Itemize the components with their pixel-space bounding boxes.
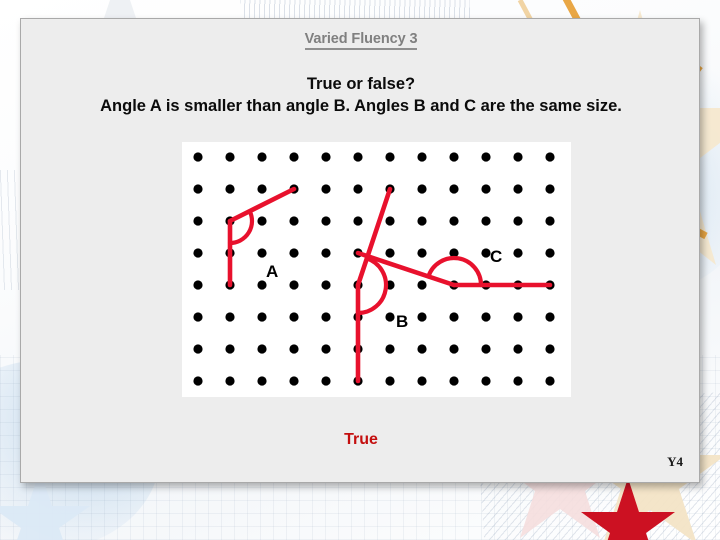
geoboard-dot	[481, 376, 491, 386]
geoboard-diagram: A B C	[182, 142, 571, 397]
geoboard-dot	[193, 280, 203, 290]
geoboard-dot	[193, 376, 203, 386]
geoboard-dot	[257, 216, 267, 226]
geoboard-dot	[193, 184, 203, 194]
geoboard-dot	[481, 344, 491, 354]
geoboard-dot	[545, 344, 555, 354]
geoboard-dot	[449, 312, 459, 322]
geoboard-dot	[193, 152, 203, 162]
angle-label-a: A	[266, 262, 278, 281]
geoboard-dot	[385, 344, 395, 354]
geoboard-dot	[481, 216, 491, 226]
geoboard-dot	[449, 184, 459, 194]
geoboard-dot	[321, 184, 331, 194]
geoboard-dot	[417, 344, 427, 354]
geoboard-dot	[353, 184, 363, 194]
geoboard-dot	[385, 376, 395, 386]
geoboard-dot	[417, 312, 427, 322]
geoboard-dot	[257, 376, 267, 386]
geoboard-dot	[353, 216, 363, 226]
geoboard-dot	[257, 280, 267, 290]
geoboard-dot	[545, 248, 555, 258]
geoboard-dot	[545, 152, 555, 162]
geoboard-dot	[481, 152, 491, 162]
geoboard-dot	[321, 216, 331, 226]
geoboard-dot	[193, 312, 203, 322]
geoboard-dot	[321, 344, 331, 354]
question-line-2: Angle A is smaller than angle B. Angles …	[100, 97, 622, 116]
slide-section-title-text: Varied Fluency 3	[304, 31, 418, 50]
geoboard-dot	[193, 216, 203, 226]
geoboard-dot	[289, 152, 299, 162]
geoboard-dot	[385, 312, 395, 322]
geoboard-dot	[289, 216, 299, 226]
slide-section-title: Varied Fluency 3	[21, 31, 699, 50]
geoboard-dot	[513, 152, 523, 162]
geoboard-dot	[417, 248, 427, 258]
geoboard-dot	[417, 152, 427, 162]
geoboard-dot	[545, 184, 555, 194]
geoboard-dot	[321, 248, 331, 258]
geoboard-dot	[417, 376, 427, 386]
geoboard-dot	[513, 216, 523, 226]
geoboard-dot	[289, 280, 299, 290]
geoboard-dot	[449, 376, 459, 386]
geoboard-dot	[353, 152, 363, 162]
geoboard-dot	[513, 376, 523, 386]
geoboard-dot	[449, 344, 459, 354]
question-text-block: True or false? Angle A is smaller than a…	[21, 73, 699, 117]
geoboard-dot	[545, 376, 555, 386]
geoboard-dot	[289, 376, 299, 386]
geoboard-dot	[417, 184, 427, 194]
geoboard-dot	[289, 312, 299, 322]
geoboard-dot	[449, 216, 459, 226]
geoboard-dot	[193, 248, 203, 258]
angle-label-c: C	[490, 247, 502, 266]
geoboard-dot	[513, 312, 523, 322]
geoboard-dot	[225, 344, 235, 354]
geoboard-dot	[417, 280, 427, 290]
geoboard-dot	[289, 344, 299, 354]
geoboard-dot	[225, 312, 235, 322]
geoboard-dot	[225, 376, 235, 386]
geoboard-dot	[193, 344, 203, 354]
geoboard-dot	[513, 344, 523, 354]
geoboard-dot	[385, 152, 395, 162]
geoboard-dot	[257, 312, 267, 322]
geoboard-dot	[321, 152, 331, 162]
geoboard-dot	[321, 376, 331, 386]
geoboard-dot	[257, 248, 267, 258]
geoboard-dot	[257, 344, 267, 354]
answer-text: True	[344, 431, 378, 448]
geoboard-dot	[321, 312, 331, 322]
geoboard-dot	[449, 152, 459, 162]
geoboard-dot	[321, 280, 331, 290]
geoboard-dot	[385, 248, 395, 258]
geoboard-dot	[481, 312, 491, 322]
geoboard-dot	[545, 216, 555, 226]
geoboard-dot	[545, 312, 555, 322]
geoboard-dot	[257, 184, 267, 194]
year-group-label: Y4	[667, 454, 683, 469]
geoboard-dot	[417, 216, 427, 226]
question-line-1: True or false?	[306, 75, 416, 93]
geoboard-dot	[513, 184, 523, 194]
geoboard-dot	[385, 216, 395, 226]
geoboard-dot	[257, 152, 267, 162]
geoboard-dot	[289, 248, 299, 258]
geoboard-dot	[225, 184, 235, 194]
geoboard-dot	[225, 152, 235, 162]
geoboard-svg: A B C	[182, 142, 571, 397]
geoboard-dot	[481, 184, 491, 194]
geoboard-dot	[513, 248, 523, 258]
angle-label-b: B	[396, 312, 408, 331]
slide-content-panel: Varied Fluency 3 True or false? Angle A …	[20, 18, 700, 483]
geoboard-background	[182, 142, 571, 397]
